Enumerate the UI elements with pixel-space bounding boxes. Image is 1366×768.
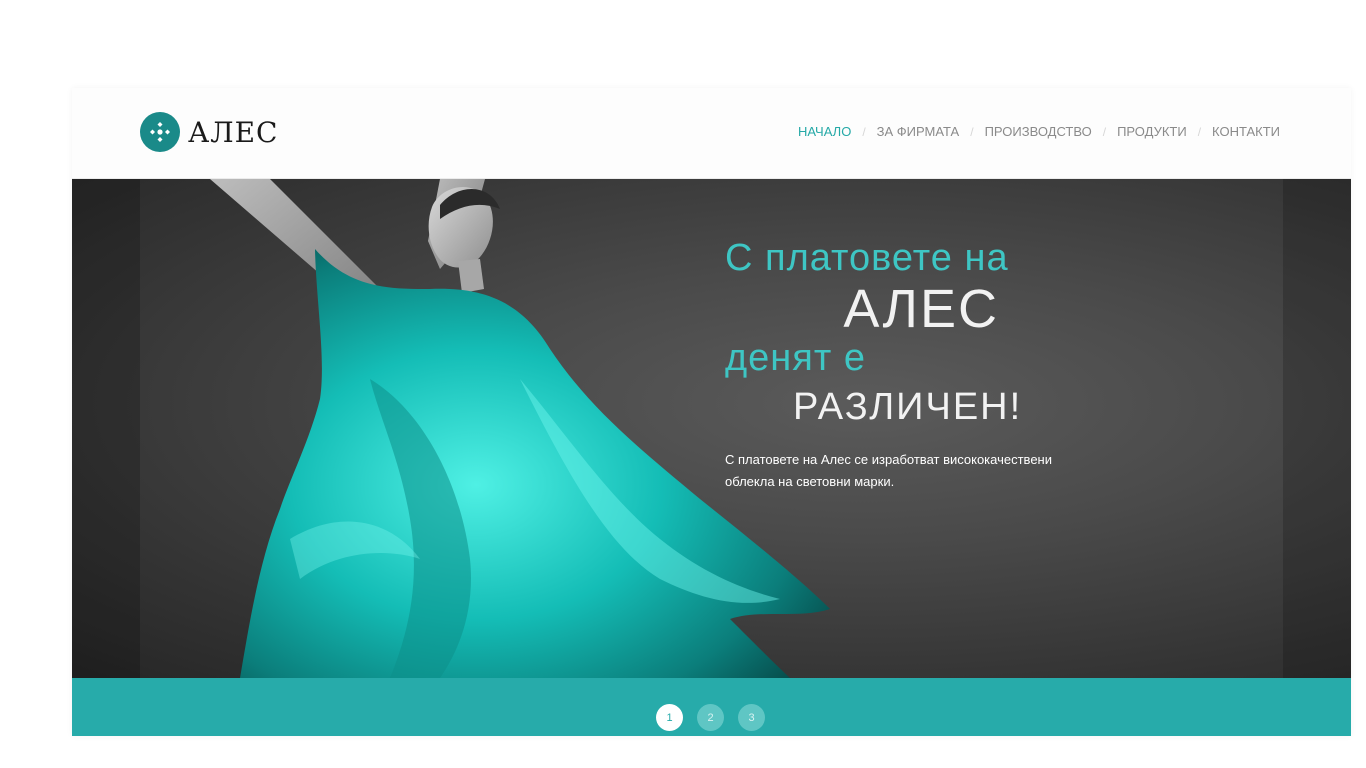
diamond-dots-icon bbox=[140, 112, 180, 152]
nav-item-about[interactable]: ЗА ФИРМАТА bbox=[877, 124, 960, 139]
nav-separator: / bbox=[1102, 124, 1107, 139]
slide-dot-3[interactable]: 3 bbox=[738, 704, 765, 731]
slide-edge-right bbox=[1283, 179, 1351, 678]
hero-slide: С платовете на АЛЕС денят е РАЗЛИЧЕН! С … bbox=[72, 179, 1351, 678]
hero-line-2: АЛЕС bbox=[843, 279, 999, 339]
nav-separator: / bbox=[1197, 124, 1202, 139]
slider-pager-bar: 1 2 3 bbox=[72, 678, 1351, 736]
nav-separator: / bbox=[862, 124, 866, 139]
site-frame: АЛЕС НАЧАЛО / ЗА ФИРМАТА / ПРОИЗВОДСТВО … bbox=[72, 88, 1351, 736]
page: АЛЕС НАЧАЛО / ЗА ФИРМАТА / ПРОИЗВОДСТВО … bbox=[0, 0, 1366, 768]
slide-edge-left bbox=[72, 179, 140, 678]
site-header: АЛЕС НАЧАЛО / ЗА ФИРМАТА / ПРОИЗВОДСТВО … bbox=[72, 88, 1351, 179]
nav-item-contacts[interactable]: КОНТАКТИ bbox=[1212, 124, 1280, 139]
nav-item-products[interactable]: ПРОДУКТИ bbox=[1117, 124, 1187, 139]
slide-dot-2[interactable]: 2 bbox=[697, 704, 724, 731]
nav-item-production[interactable]: ПРОИЗВОДСТВО bbox=[985, 124, 1092, 139]
slider-pagination: 1 2 3 bbox=[656, 704, 779, 731]
hero-headline: С платовете на АЛЕС денят е РАЗЛИЧЕН! С … bbox=[725, 235, 1052, 493]
logo-text: АЛЕС bbox=[188, 115, 279, 149]
hero-line-3: денят е bbox=[725, 337, 866, 379]
hero-description: С платовете на Алес се изработват високо… bbox=[725, 452, 1052, 489]
nav-item-home[interactable]: НАЧАЛО bbox=[798, 124, 851, 139]
main-nav: НАЧАЛО / ЗА ФИРМАТА / ПРОИЗВОДСТВО / ПРО… bbox=[798, 124, 1280, 139]
hero-line-1: С платовете на bbox=[725, 237, 1009, 279]
nav-separator: / bbox=[970, 124, 974, 139]
logo[interactable]: АЛЕС bbox=[140, 112, 278, 152]
hero-line-4: РАЗЛИЧЕН! bbox=[793, 386, 1023, 428]
slide-dot-1[interactable]: 1 bbox=[656, 704, 683, 731]
